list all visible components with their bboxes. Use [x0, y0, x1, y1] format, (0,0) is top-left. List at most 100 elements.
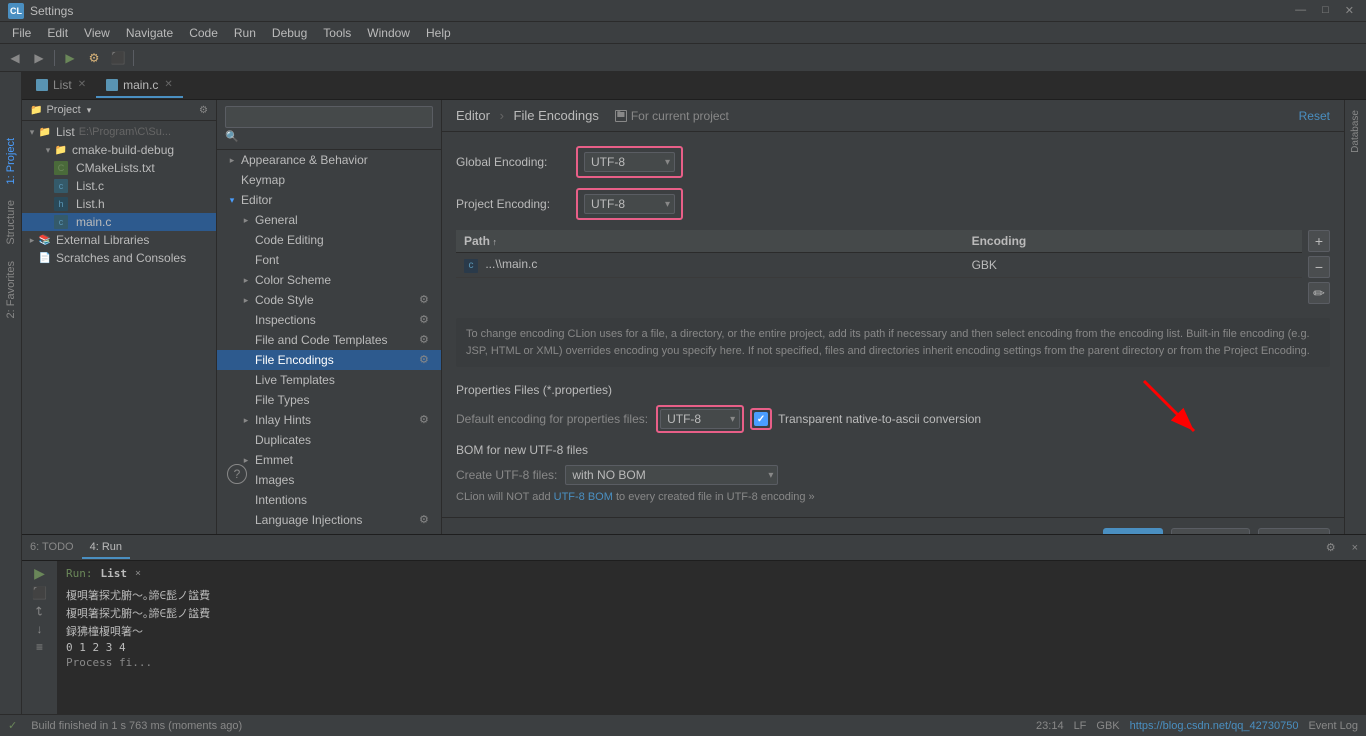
project-encoding-select[interactable]: UTF-8 UTF-16 GBK ISO-8859-1	[584, 194, 675, 214]
menu-code[interactable]: Code	[181, 24, 226, 42]
toolbar-separator-2	[133, 50, 134, 66]
minimize-button[interactable]: —	[1291, 4, 1310, 17]
nav-file-types[interactable]: File Types	[217, 390, 441, 410]
nav-color-scheme[interactable]: ▸ Color Scheme	[217, 270, 441, 290]
nav-file-encodings[interactable]: File Encodings ⚙	[217, 350, 441, 370]
close-button[interactable]: ✕	[1341, 4, 1358, 17]
sidebar-label-database[interactable]: Database	[1348, 104, 1363, 159]
tree-item-cmakelists[interactable]: C CMakeLists.txt	[22, 159, 216, 177]
nav-font[interactable]: Font	[217, 250, 441, 270]
nav-live-templates[interactable]: Live Templates	[217, 370, 441, 390]
bottom-settings-button[interactable]: ⚙	[1318, 537, 1344, 558]
nav-intentions[interactable]: Intentions	[217, 490, 441, 510]
dialog-title: Settings	[30, 4, 73, 18]
maximize-button[interactable]: □	[1318, 4, 1333, 17]
help-button[interactable]: ?	[227, 464, 247, 484]
nav-editor[interactable]: ▾ Editor	[217, 190, 441, 210]
tab-list-close[interactable]: ✕	[78, 79, 86, 90]
global-encoding-row: Global Encoding: UTF-8 UTF-16 GBK ISO-88…	[456, 146, 1330, 178]
transparent-checkbox[interactable]	[754, 412, 768, 426]
settings-dialog-body: 🔍 ▸ Appearance & Behavior Keymap	[217, 100, 1344, 534]
run-button[interactable]: ▶	[59, 47, 81, 69]
col-path-header[interactable]: Path	[456, 230, 964, 253]
run-scroll-button[interactable]: ↓	[37, 622, 43, 636]
cancel-button[interactable]: Cancel	[1171, 528, 1250, 534]
project-encoding-highlight: UTF-8 UTF-16 GBK ISO-8859-1	[576, 188, 683, 220]
remove-encoding-button[interactable]: −	[1308, 256, 1330, 278]
toolbar: ◀ ▶ ▶ ⚙ ⬛	[0, 44, 1366, 72]
nav-keymap[interactable]: Keymap	[217, 170, 441, 190]
tab-main-c-close[interactable]: ✕	[164, 79, 172, 90]
project-panel: 📁 Project ▾ ⚙ ▾ 📁 List E:\Program\C\Su..…	[22, 100, 217, 534]
nav-emmet[interactable]: ▸ Emmet	[217, 450, 441, 470]
file-encoding-status[interactable]: GBK	[1096, 720, 1119, 732]
tree-item-scratches[interactable]: 📄 Scratches and Consoles	[22, 249, 216, 267]
menu-help[interactable]: Help	[418, 24, 459, 42]
create-utf8-label: Create UTF-8 files:	[456, 468, 557, 482]
apply-button[interactable]: Apply	[1258, 528, 1330, 534]
event-log-button[interactable]: Event Log	[1308, 720, 1358, 732]
edit-encoding-button[interactable]: ✏	[1308, 282, 1330, 304]
nav-duplicates[interactable]: Duplicates	[217, 430, 441, 450]
bottom-close-button[interactable]: ×	[1344, 538, 1366, 558]
ok-button[interactable]: OK	[1103, 528, 1162, 534]
nav-general[interactable]: ▸ General	[217, 210, 441, 230]
tree-item-list-c[interactable]: c List.c	[22, 177, 216, 195]
tree-item-external-libs[interactable]: ▸ 📚 External Libraries	[22, 231, 216, 249]
menu-window[interactable]: Window	[359, 24, 418, 42]
workspace: 1: Project Structure 2: Favorites List ✕…	[0, 72, 1366, 714]
nav-language-injections[interactable]: Language Injections ⚙	[217, 510, 441, 530]
forward-button[interactable]: ▶	[28, 47, 50, 69]
nav-code-editing[interactable]: Code Editing	[217, 230, 441, 250]
run-stop-button[interactable]: ⬛	[32, 586, 47, 600]
tab-list[interactable]: List ✕	[26, 74, 96, 98]
menu-file[interactable]: File	[4, 24, 39, 42]
sidebar-label-favorites[interactable]: 2: Favorites	[3, 255, 19, 324]
global-encoding-select[interactable]: UTF-8 UTF-16 GBK ISO-8859-1	[584, 152, 675, 172]
tree-item-root[interactable]: ▾ 📁 List E:\Program\C\Su...	[22, 123, 216, 141]
nav-images[interactable]: Images	[217, 470, 441, 490]
nav-code-style[interactable]: ▸ Code Style ⚙	[217, 290, 441, 310]
menu-navigate[interactable]: Navigate	[118, 24, 181, 42]
nav-inlay-hints[interactable]: ▸ Inlay Hints ⚙	[217, 410, 441, 430]
menu-run[interactable]: Run	[226, 24, 264, 42]
back-button[interactable]: ◀	[4, 47, 26, 69]
bom-note: CLion will NOT add UTF-8 BOM to every cr…	[456, 491, 1330, 503]
dialog-footer: OK Cancel Apply	[442, 517, 1344, 534]
menu-debug[interactable]: Debug	[264, 24, 315, 42]
run-play-button[interactable]: ▶	[34, 565, 45, 582]
reset-button[interactable]: Reset	[1299, 109, 1330, 123]
project-encoding-select-wrapper: UTF-8 UTF-16 GBK ISO-8859-1	[584, 194, 675, 214]
tree-item-cmake-build[interactable]: ▾ 📁 cmake-build-debug	[22, 141, 216, 159]
bottom-tab-run[interactable]: 4: Run	[82, 537, 130, 559]
nav-inspections[interactable]: Inspections ⚙	[217, 310, 441, 330]
debug-button[interactable]: ⬛	[107, 47, 129, 69]
build-button[interactable]: ⚙	[83, 47, 105, 69]
default-encoding-properties-label: Default encoding for properties files:	[456, 412, 648, 426]
properties-encoding-select[interactable]: UTF-8 GBK	[660, 409, 740, 429]
col-encoding-header: Encoding	[964, 230, 1302, 253]
run-filter-button[interactable]: ≡	[36, 640, 43, 654]
tree-item-list-h[interactable]: h List.h	[22, 195, 216, 213]
tab-main-c[interactable]: main.c ✕	[96, 74, 183, 98]
sidebar-label-project[interactable]: 1: Project	[3, 132, 19, 190]
sidebar-label-structure[interactable]: Structure	[3, 194, 19, 251]
tree-item-main-c[interactable]: c main.c	[22, 213, 216, 231]
settings-search-input[interactable]	[225, 106, 433, 128]
nav-spelling[interactable]: Spelling ⚙	[217, 530, 441, 534]
bom-select[interactable]: with NO BOM with BOM with BOM (if file h…	[565, 465, 778, 485]
nav-appearance[interactable]: ▸ Appearance & Behavior	[217, 150, 441, 170]
nav-file-code-templates[interactable]: File and Code Templates ⚙	[217, 330, 441, 350]
menu-view[interactable]: View	[76, 24, 118, 42]
project-settings-icon[interactable]: ⚙	[199, 105, 208, 116]
bom-link[interactable]: UTF-8 BOM	[554, 491, 613, 503]
table-row[interactable]: c ...\\main.c GBK	[456, 253, 1302, 278]
menu-tools[interactable]: Tools	[315, 24, 359, 42]
app-icon: CL	[8, 3, 24, 19]
build-status-text: Build finished in 1 s 763 ms (moments ag…	[31, 720, 242, 732]
add-encoding-button[interactable]: +	[1308, 230, 1330, 252]
cursor-position: 23:14	[1036, 720, 1064, 732]
bottom-tab-todo[interactable]: 6: TODO	[22, 537, 82, 559]
run-rerun-button[interactable]: ↩	[33, 606, 47, 616]
menu-edit[interactable]: Edit	[39, 24, 76, 42]
